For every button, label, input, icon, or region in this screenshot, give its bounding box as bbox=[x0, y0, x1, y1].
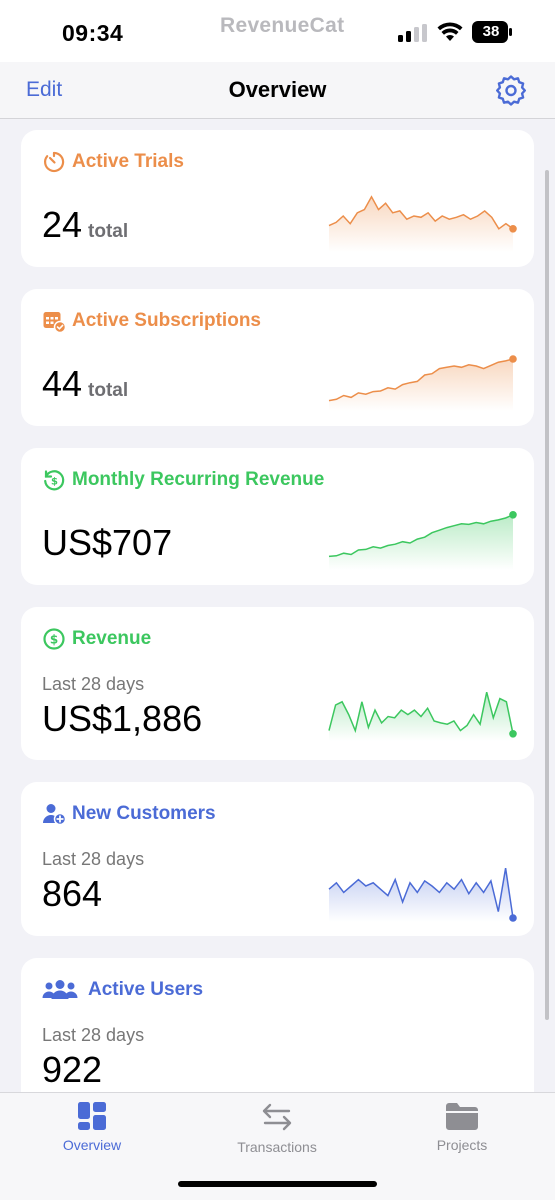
active-trials-card[interactable]: Active Trials 24 total bbox=[21, 130, 534, 267]
svg-text:$: $ bbox=[50, 633, 58, 647]
dashboard-icon bbox=[78, 1102, 106, 1130]
card-unit: total bbox=[88, 221, 129, 242]
dollar-circle-icon: $ bbox=[43, 628, 65, 650]
new-customers-card[interactable]: New Customers Last 28 days 864 bbox=[21, 782, 534, 936]
sparkline-area bbox=[329, 868, 513, 922]
battery-level: 38 bbox=[482, 23, 500, 40]
sparkline-chart bbox=[328, 511, 517, 570]
calendar-check-icon bbox=[43, 312, 66, 333]
tab-transactions[interactable]: Transactions bbox=[207, 1101, 347, 1155]
mrr-card[interactable]: $ Monthly Recurring Revenue US$707 bbox=[21, 448, 534, 585]
card-value: US$1,886 bbox=[42, 698, 203, 739]
active-subscriptions-card[interactable]: Active Subscriptions 44 total bbox=[21, 289, 534, 426]
card-title: New Customers bbox=[72, 803, 216, 824]
svg-text:$: $ bbox=[51, 477, 58, 488]
revenue-card[interactable]: $ Revenue Last 28 days US$1,886 bbox=[21, 607, 534, 760]
card-subtitle: Last 28 days bbox=[42, 1025, 145, 1045]
sparkline-chart bbox=[328, 355, 517, 411]
card-value: 24 total bbox=[42, 204, 129, 245]
sparkline-chart bbox=[328, 195, 517, 252]
timer-icon bbox=[44, 151, 65, 173]
users-icon bbox=[42, 980, 78, 999]
cellular-signal-icon bbox=[398, 24, 427, 42]
page-title: Overview bbox=[228, 77, 327, 102]
status-bar: 09:34 RevenueCat 38 bbox=[0, 0, 555, 62]
status-time: 09:34 bbox=[62, 20, 124, 46]
nav-bar: Edit Overview bbox=[0, 62, 555, 119]
arrows-swap-icon bbox=[262, 1103, 292, 1131]
card-title: Revenue bbox=[72, 628, 152, 649]
folder-icon bbox=[446, 1103, 478, 1130]
sparkline-chart bbox=[328, 692, 517, 741]
brand-logo: RevenueCat bbox=[220, 14, 345, 37]
card-value: US$707 bbox=[42, 522, 173, 563]
sparkline-area bbox=[329, 196, 513, 252]
gear-icon[interactable] bbox=[495, 74, 527, 106]
card-subtitle: Last 28 days bbox=[42, 849, 145, 869]
sparkline-area bbox=[329, 359, 513, 411]
card-title: Active Users bbox=[88, 979, 204, 1000]
scroll-indicator[interactable] bbox=[545, 170, 549, 1020]
tab-overview[interactable]: Overview bbox=[22, 1101, 162, 1153]
user-add-icon bbox=[43, 804, 66, 826]
card-title: Active Subscriptions bbox=[72, 310, 261, 331]
sparkline-endpoint bbox=[509, 914, 517, 922]
sparkline-endpoint bbox=[509, 730, 517, 738]
wifi-icon bbox=[437, 22, 463, 41]
card-title: Monthly Recurring Revenue bbox=[72, 469, 325, 490]
tab-projects[interactable]: Projects bbox=[392, 1101, 532, 1153]
card-title: Active Trials bbox=[72, 151, 184, 172]
sparkline-chart bbox=[328, 867, 517, 922]
dollar-cycle-icon: $ bbox=[44, 470, 65, 491]
card-subtitle: Last 28 days bbox=[42, 674, 145, 694]
tab-label: Transactions bbox=[237, 1139, 317, 1155]
sparkline-endpoint bbox=[509, 355, 517, 363]
card-value: 922 bbox=[42, 1049, 103, 1090]
card-value: 44 total bbox=[42, 363, 129, 404]
sparkline-endpoint bbox=[509, 511, 517, 519]
card-unit: total bbox=[88, 380, 129, 401]
tab-label: Projects bbox=[436, 1137, 488, 1153]
tab-label: Overview bbox=[62, 1137, 122, 1153]
card-value: 864 bbox=[42, 873, 103, 914]
sparkline-endpoint bbox=[509, 225, 517, 233]
home-indicator[interactable] bbox=[178, 1181, 377, 1187]
